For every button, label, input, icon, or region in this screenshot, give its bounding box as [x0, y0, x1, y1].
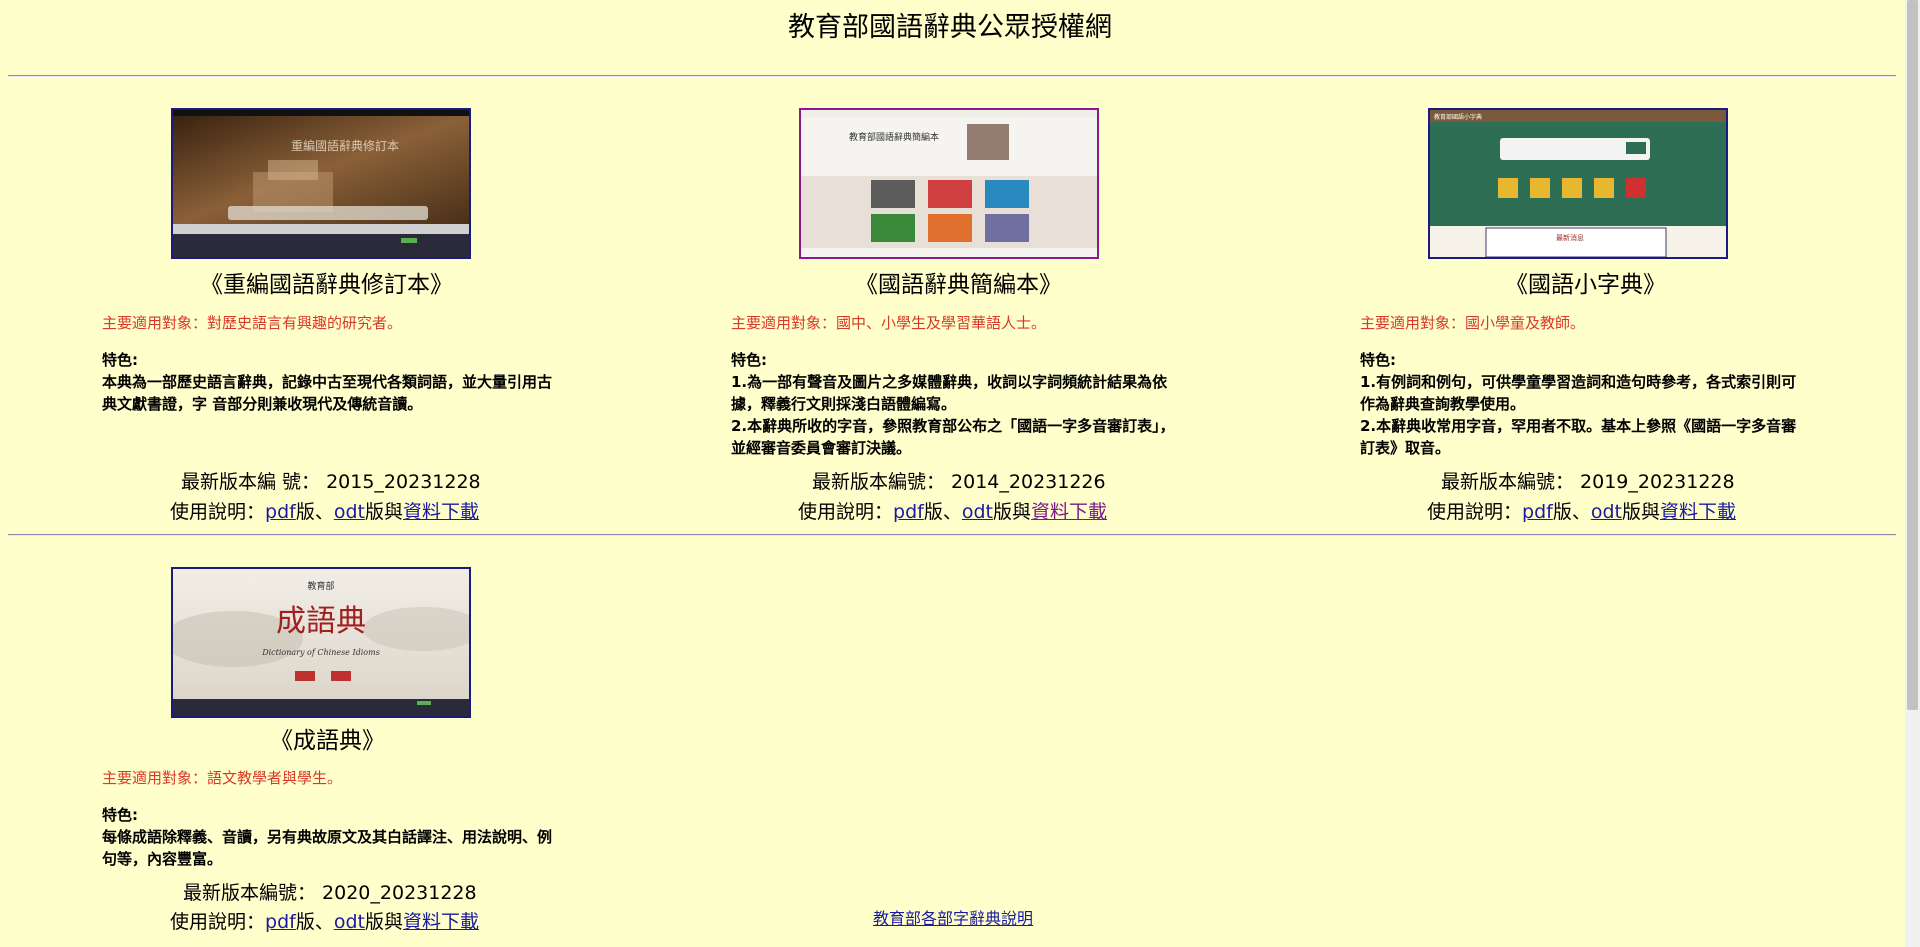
features-heading: 特色:	[731, 351, 767, 369]
concise-odt-link[interactable]: odt	[962, 501, 993, 523]
idioms-thumb-org: 教育部	[307, 580, 334, 592]
mini-thumb-title: 教育部國語小字典	[1434, 113, 1482, 121]
idioms-dictionary-name: 《成語典》	[270, 728, 385, 754]
idioms-features: 特色: 每條成語除釋義、音讀，另有典故原文及其白話譯注、用法說明、例句等，內容豐…	[102, 804, 552, 870]
revised-usage: 使用說明：pdf版、odt版與資料下載	[170, 499, 479, 525]
feature-item: 本典為一部歷史語言辭典，記錄中古至現代各類詞語，並大量引用古典文獻書證，字 音部…	[102, 373, 553, 413]
mini-pdf-link[interactable]: pdf	[1522, 501, 1553, 523]
revised-features: 特色: 本典為一部歷史語言辭典，記錄中古至現代各類詞語，並大量引用古典文獻書證，…	[102, 349, 552, 415]
mini-odt-link[interactable]: odt	[1591, 501, 1622, 523]
idioms-dictionary-thumbnail[interactable]: 教育部 成語典 Dictionary of Chinese Idioms	[171, 567, 471, 718]
revised-dictionary-name: 《重編國語辭典修訂本》	[200, 272, 453, 298]
idioms-target-audience: 主要適用對象：語文教學者與學生。	[102, 769, 343, 787]
concise-dictionary-screenshot: 教育部國語辭典簡編本	[801, 110, 1097, 257]
vertical-scrollbar[interactable]	[1905, 0, 1920, 947]
feature-item: 1.為一部有聲音及圖片之多媒體辭典，收詞以字詞頻統計結果為依據，釋義行文則採淺白…	[731, 373, 1168, 413]
feature-item: 2.本辭典所收的字音，參照教育部公布之「國語一字多音審訂表」，並經審音委員會審訂…	[731, 417, 1175, 457]
revised-dictionary-screenshot: 重編國語辭典修訂本	[173, 110, 469, 257]
mini-thumb-notice: 最新消息	[1556, 233, 1584, 242]
mini-dictionary-thumbnail[interactable]: 教育部國語小字典 最新消息	[1428, 108, 1728, 259]
revised-target-audience: 主要適用對象：對歷史語言有興趣的研究者。	[102, 314, 403, 332]
odt-suffix: 版與	[364, 911, 403, 933]
scrollbar-thumb[interactable]	[1907, 0, 1918, 710]
revised-odt-link[interactable]: odt	[334, 501, 365, 523]
idioms-version: 最新版本編號： 2020_20231228	[183, 882, 477, 904]
revised-download-link[interactable]: 資料下載	[403, 501, 479, 523]
odt-suffix: 版與	[364, 501, 403, 523]
feature-item: 2.本辭典收常用字音，罕用者不取。基本上參照《國語一字多音審訂表》取音。	[1360, 417, 1797, 457]
mini-target-audience: 主要適用對象：國小學童及教師。	[1360, 314, 1586, 332]
mini-dictionary-name: 《國語小字典》	[1505, 272, 1666, 298]
dictionary-info-link[interactable]: 教育部各部字辭典說明	[873, 908, 1033, 930]
revised-pdf-link[interactable]: pdf	[265, 501, 296, 523]
idioms-download-link[interactable]: 資料下載	[403, 911, 479, 933]
concise-features: 特色: 1.為一部有聲音及圖片之多媒體辭典，收詞以字詞頻統計結果為依據，釋義行文…	[731, 349, 1181, 459]
odt-suffix: 版與	[992, 501, 1031, 523]
pdf-suffix: 版、	[295, 911, 334, 933]
idioms-thumb-subtitle: Dictionary of Chinese Idioms	[261, 648, 380, 657]
mini-download-link[interactable]: 資料下載	[1660, 501, 1736, 523]
concise-pdf-link[interactable]: pdf	[893, 501, 924, 523]
features-heading: 特色:	[1360, 351, 1396, 369]
idioms-thumb-title: 成語典	[276, 604, 366, 639]
usage-prefix: 使用說明：	[1427, 501, 1523, 523]
feature-item: 1.有例詞和例句，可供學童學習造詞和造句時參考，各式索引則可作為辭典查詢教學使用…	[1360, 373, 1797, 413]
concise-version: 最新版本編號： 2014_20231226	[812, 471, 1106, 493]
usage-prefix: 使用說明：	[798, 501, 894, 523]
concise-usage: 使用說明：pdf版、odt版與資料下載	[798, 499, 1107, 525]
mini-features: 特色: 1.有例詞和例句，可供學童學習造詞和造句時參考，各式索引則可作為辭典查詢…	[1360, 349, 1810, 459]
revised-thumb-title: 重編國語辭典修訂本	[291, 138, 399, 153]
pdf-suffix: 版、	[1552, 501, 1591, 523]
features-heading: 特色:	[102, 351, 138, 369]
mini-usage: 使用說明：pdf版、odt版與資料下載	[1427, 499, 1736, 525]
page-title: 教育部國語辭典公眾授權網	[788, 12, 1112, 43]
pdf-suffix: 版、	[923, 501, 962, 523]
concise-dictionary-name: 《國語辭典簡編本》	[855, 272, 1062, 298]
feature-item: 每條成語除釋義、音讀，另有典故原文及其白話譯注、用法說明、例句等，內容豐富。	[102, 828, 553, 868]
pdf-suffix: 版、	[295, 501, 334, 523]
concise-thumb-title: 教育部國語辭典簡編本	[849, 131, 939, 143]
idioms-usage: 使用說明：pdf版、odt版與資料下載	[170, 909, 479, 935]
concise-dictionary-thumbnail[interactable]: 教育部國語辭典簡編本	[799, 108, 1099, 259]
concise-target-audience: 主要適用對象：國中、小學生及學習華語人士。	[731, 314, 1047, 332]
middle-divider	[8, 534, 1896, 536]
usage-prefix: 使用說明：	[170, 911, 266, 933]
revised-dictionary-thumbnail[interactable]: 重編國語辭典修訂本	[171, 108, 471, 259]
idioms-pdf-link[interactable]: pdf	[265, 911, 296, 933]
top-divider	[8, 75, 1896, 77]
odt-suffix: 版與	[1621, 501, 1660, 523]
mini-version: 最新版本編號： 2019_20231228	[1441, 471, 1735, 493]
concise-download-link[interactable]: 資料下載	[1031, 501, 1107, 523]
idioms-odt-link[interactable]: odt	[334, 911, 365, 933]
revised-version: 最新版本編 號： 2015_20231228	[181, 471, 481, 493]
mini-dictionary-screenshot: 教育部國語小字典 最新消息	[1430, 110, 1726, 257]
usage-prefix: 使用說明：	[170, 501, 266, 523]
features-heading: 特色:	[102, 806, 138, 824]
idioms-dictionary-screenshot: 教育部 成語典 Dictionary of Chinese Idioms	[173, 569, 469, 716]
